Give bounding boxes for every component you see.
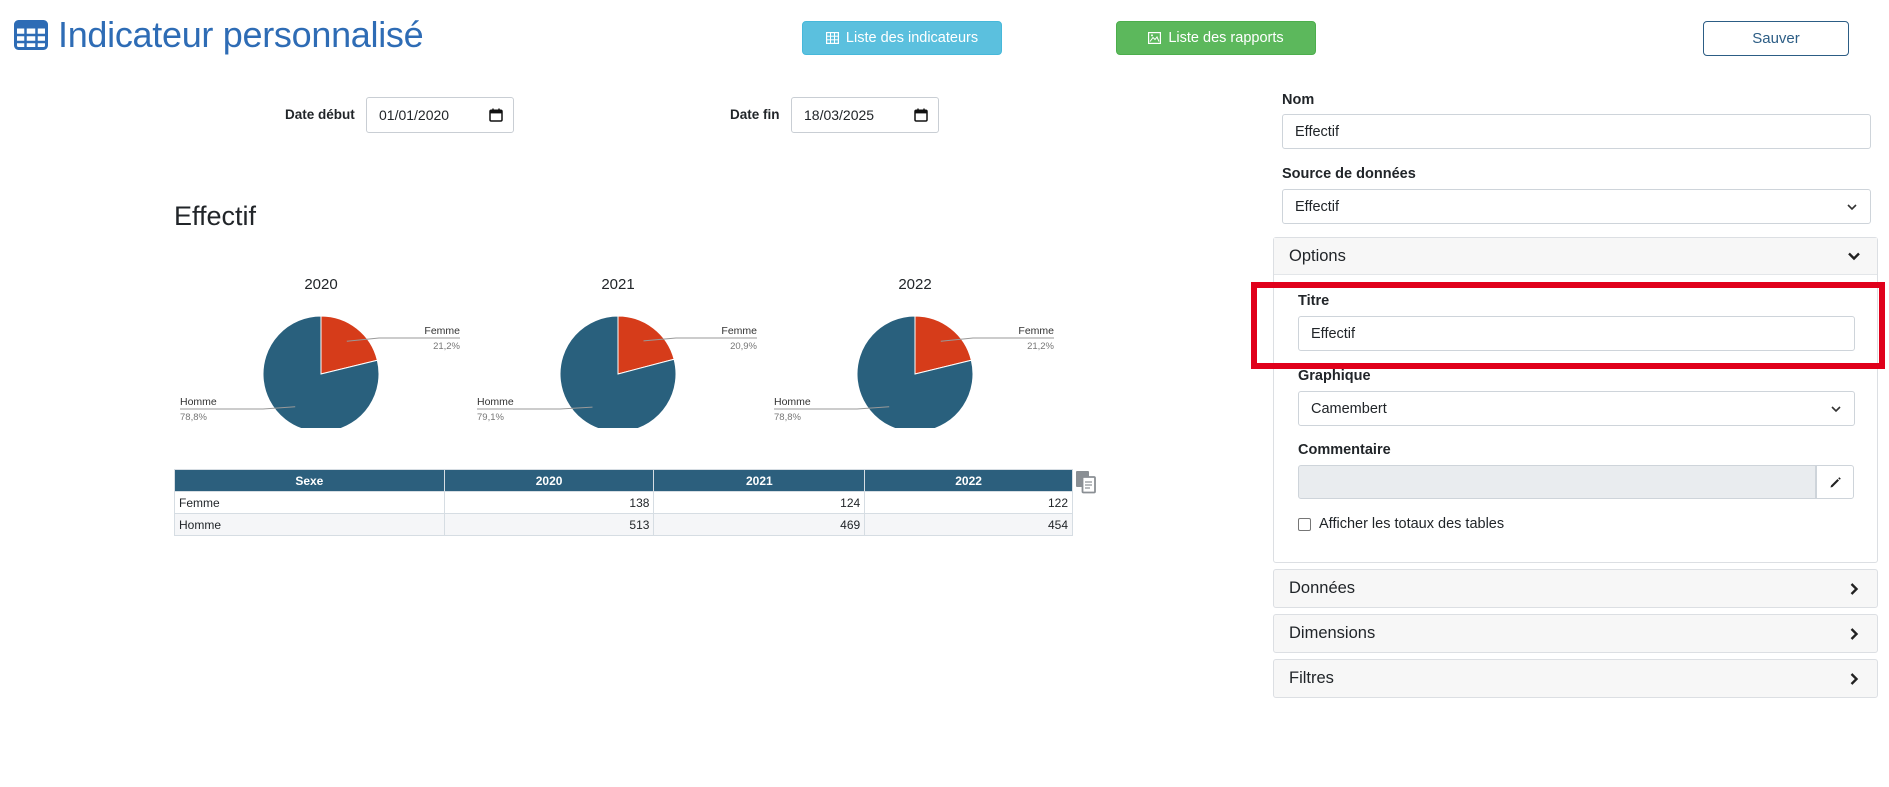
calendar-icon[interactable] [914, 108, 928, 122]
col-header-2020: 2020 [443, 469, 655, 492]
pie-percent: 78,8% [774, 412, 801, 423]
page-header: Indicateur personnalisé [14, 14, 424, 56]
grid-icon [825, 32, 839, 44]
list-indicators-label: Liste des indicateurs [845, 30, 979, 46]
pie-label: Femme [1018, 325, 1054, 337]
name-value: Effectif [1295, 123, 1340, 140]
table-cell: 122 [864, 491, 1073, 514]
col-header-sexe: Sexe [174, 469, 445, 492]
list-reports-label: Liste des rapports [1168, 30, 1284, 46]
table-icon [14, 20, 48, 50]
section-dimensions[interactable]: Dimensions [1273, 614, 1878, 653]
end-date-value: 18/03/2025 [804, 107, 875, 123]
table-row: Femme 138 124 122 [174, 491, 1073, 514]
pie-label: Femme [424, 325, 460, 337]
graph-label: Graphique [1298, 368, 1371, 384]
options-header-label: Options [1289, 246, 1346, 265]
save-button[interactable]: Sauver [1703, 21, 1849, 56]
pie-percent: 21,2% [433, 341, 460, 352]
table-cell: 513 [443, 513, 655, 536]
pie-percent: 21,2% [1027, 341, 1054, 352]
pie-label: Femme [721, 325, 757, 337]
calendar-icon[interactable] [489, 108, 503, 122]
highlight-box [1251, 282, 1885, 369]
pie-charts: 2020 Femme 21,2% Homme 78,8% 2021 Femme 20,9% Ho… [180, 276, 1055, 428]
copy-icon[interactable] [1075, 470, 1097, 494]
pie-percent: 79,1% [477, 412, 504, 423]
totals-label: Afficher les totaux des tables [1319, 516, 1505, 532]
data-table: Sexe 2020 2021 2022 Femme 138 124 122 Ho… [174, 469, 1073, 536]
table-cell: 138 [443, 491, 655, 514]
chevron-right-icon [1850, 582, 1859, 595]
chevron-right-icon [1850, 627, 1859, 640]
image-icon [1148, 32, 1162, 44]
table-cell: 454 [864, 513, 1073, 536]
graph-select[interactable]: Camembert [1298, 391, 1855, 426]
start-date-value: 01/01/2020 [379, 107, 450, 123]
chevron-right-icon [1850, 672, 1859, 685]
chevron-down-icon [1847, 203, 1857, 210]
source-label: Source de données [1282, 166, 1416, 182]
table-cell: Homme [174, 513, 445, 536]
table-cell: Femme [174, 491, 445, 514]
report-title: Effectif [174, 201, 257, 231]
section-dimensions-label: Dimensions [1289, 624, 1376, 642]
col-header-2022: 2022 [864, 469, 1073, 492]
comment-field [1298, 465, 1816, 499]
name-input[interactable]: Effectif [1282, 114, 1871, 149]
pencil-icon [1830, 476, 1841, 487]
list-indicators-button[interactable]: Liste des indicateurs [802, 21, 1002, 55]
pie-label: Homme [477, 396, 514, 408]
graph-value: Camembert [1311, 400, 1387, 417]
pie-label: Homme [774, 396, 811, 408]
table-row: Homme 513 469 454 [174, 513, 1073, 536]
name-label: Nom [1282, 92, 1315, 108]
pie-label: Homme [180, 396, 217, 408]
totals-option[interactable]: Afficher les totaux des tables [1298, 516, 1504, 532]
end-date-input[interactable]: 18/03/2025 [791, 97, 939, 133]
chevron-down-icon [1831, 405, 1841, 412]
section-filters-label: Filtres [1289, 669, 1334, 687]
pie-title: 2022 [898, 276, 931, 293]
table-cell: 124 [653, 491, 866, 514]
comment-label: Commentaire [1298, 442, 1391, 458]
start-date-label: Date début [285, 107, 355, 122]
options-header[interactable]: Options [1274, 238, 1877, 275]
col-header-2021: 2021 [653, 469, 866, 492]
source-select[interactable]: Effectif [1282, 189, 1871, 224]
totals-checkbox[interactable] [1298, 517, 1311, 531]
source-value: Effectif [1295, 198, 1340, 215]
section-data-label: Données [1289, 579, 1356, 597]
end-date-label: Date fin [730, 107, 780, 122]
list-reports-button[interactable]: Liste des rapports [1116, 21, 1316, 55]
page-title: Indicateur personnalisé [58, 14, 424, 55]
edit-comment-button[interactable] [1816, 465, 1854, 499]
section-filters[interactable]: Filtres [1273, 659, 1878, 698]
pie-title: 2021 [601, 276, 634, 293]
pie-title: 2020 [304, 276, 337, 293]
pie-percent: 78,8% [180, 412, 207, 423]
section-data[interactable]: Données [1273, 569, 1878, 608]
table-header-row: Sexe 2020 2021 2022 [174, 469, 1073, 492]
start-date-input[interactable]: 01/01/2020 [366, 97, 514, 133]
pie-percent: 20,9% [730, 341, 757, 352]
chevron-down-icon [1848, 252, 1860, 261]
table-cell: 469 [653, 513, 866, 536]
